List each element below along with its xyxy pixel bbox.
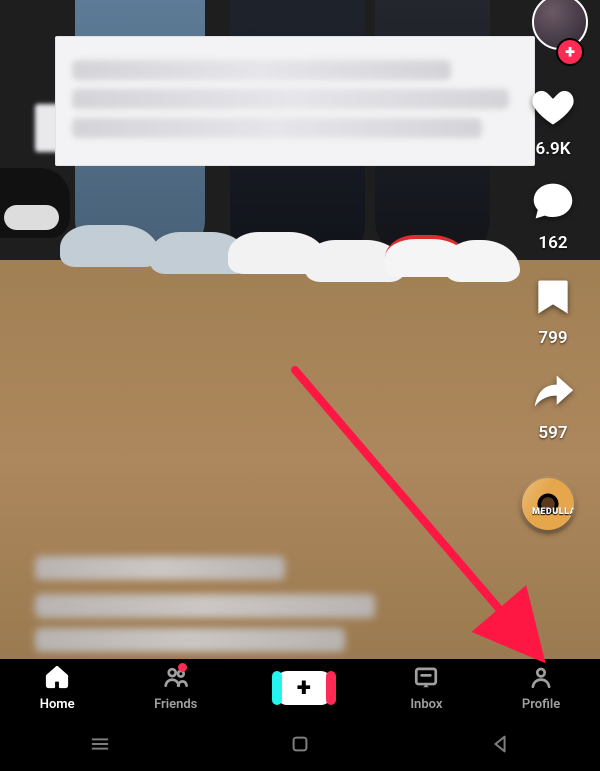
inbox-icon xyxy=(412,664,440,694)
redacted-sound-ticker xyxy=(35,628,345,652)
comment-count: 162 xyxy=(538,233,567,253)
nav-recent[interactable] xyxy=(89,733,111,755)
redacted-username xyxy=(35,556,285,580)
sound-label: MEDULLA xyxy=(532,507,564,517)
tab-profile[interactable]: Profile xyxy=(522,664,560,712)
tab-inbox-label: Inbox xyxy=(410,697,442,712)
tab-friends-label: Friends xyxy=(154,697,197,712)
tab-friends[interactable]: Friends xyxy=(154,664,197,712)
tab-home[interactable]: Home xyxy=(40,664,75,712)
tab-inbox[interactable]: Inbox xyxy=(410,664,442,712)
redacted-caption-card xyxy=(55,36,535,166)
bookmark-icon xyxy=(531,275,575,323)
tab-create[interactable]: + xyxy=(277,671,331,705)
tab-home-label: Home xyxy=(40,697,75,712)
bottom-tab-bar: Home Friends + Inbox Profile xyxy=(0,659,600,717)
nav-back[interactable] xyxy=(489,733,511,755)
android-nav-bar xyxy=(0,717,600,771)
comment-button[interactable]: 162 xyxy=(518,180,588,253)
sound-disc[interactable]: MEDULLA xyxy=(522,478,574,530)
home-icon xyxy=(43,664,71,694)
like-count: 6.9K xyxy=(535,139,570,159)
create-button[interactable]: + xyxy=(277,671,331,705)
share-count: 597 xyxy=(538,423,567,443)
share-button[interactable]: 597 xyxy=(518,370,588,443)
share-icon xyxy=(531,370,575,418)
redacted-description xyxy=(35,594,375,618)
like-button[interactable]: 6.9K xyxy=(518,86,588,159)
heart-icon xyxy=(531,86,575,134)
comment-icon xyxy=(531,180,575,228)
plus-icon: + xyxy=(277,671,331,705)
action-rail: 6.9K 162 799 597 MEDULLA xyxy=(518,0,588,660)
bookmark-button[interactable]: 799 xyxy=(518,275,588,348)
nav-home[interactable] xyxy=(289,733,311,755)
video-content[interactable] xyxy=(0,0,600,660)
tiktok-feed-screen: + 6.9K 162 799 597 MEDULLA xyxy=(0,0,600,771)
bookmark-count: 799 xyxy=(538,328,567,348)
profile-icon xyxy=(527,664,555,694)
tab-profile-label: Profile xyxy=(522,697,560,712)
